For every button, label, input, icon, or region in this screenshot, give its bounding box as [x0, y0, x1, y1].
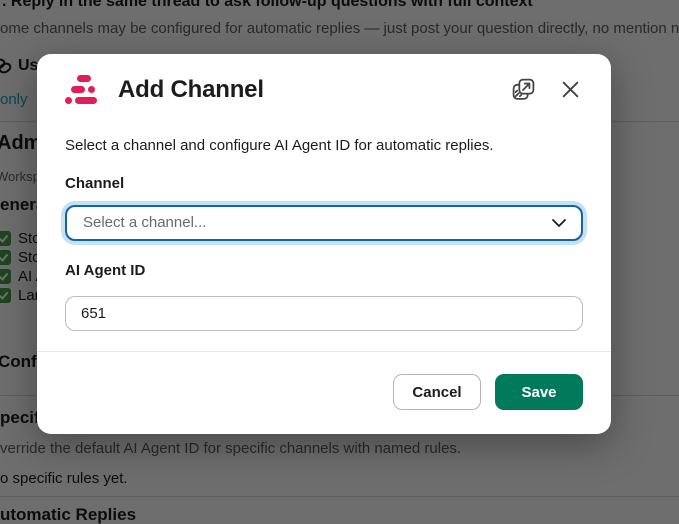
chevron-down-icon [551, 218, 567, 228]
dialog-header: Add Channel [37, 54, 611, 105]
save-button[interactable]: Save [495, 374, 583, 410]
close-icon[interactable] [558, 77, 583, 102]
agent-id-input[interactable] [65, 295, 583, 332]
channel-field-label: Channel [65, 175, 125, 192]
dialog-header-actions [509, 75, 583, 104]
add-channel-dialog: Add Channel Select a channel and configu… [37, 54, 611, 434]
channel-select[interactable]: Select a channel... [65, 205, 583, 241]
dialog-footer: Cancel Save [37, 352, 611, 434]
dialog-description: Select a channel and configure AI Agent … [65, 137, 494, 154]
app-logo-icon [65, 74, 97, 105]
dialog-title: Add Channel [118, 75, 264, 103]
channel-select-placeholder: Select a channel... [83, 214, 207, 232]
screen: . Reply in the same thread to ask follow… [0, 0, 679, 524]
cancel-button[interactable]: Cancel [393, 374, 481, 410]
agent-id-field-label: AI Agent ID [65, 261, 146, 279]
open-external-icon[interactable] [509, 75, 538, 104]
